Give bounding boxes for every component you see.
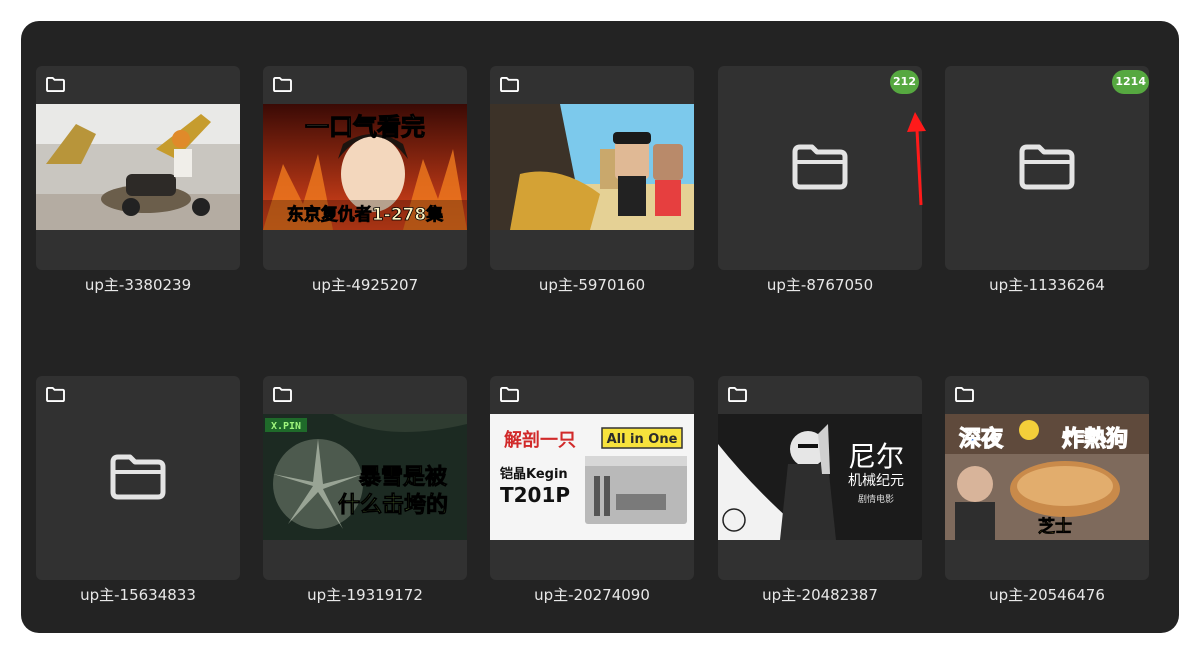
item-count-badge: 1214: [1112, 70, 1149, 94]
folder-card[interactable]: 一口气看完 东京复仇者1-278集 up主-4925207: [263, 66, 467, 295]
folder-label: up主-19319172: [307, 586, 423, 604]
folder-card[interactable]: up主-3380239: [36, 66, 240, 295]
folder-tile[interactable]: 解剖一只 All in One 铠晶Kegin T201P: [490, 376, 694, 580]
folder-tile[interactable]: 深夜 炸熱狗 芝士: [945, 376, 1149, 580]
thumbnail-title: 一口气看完: [305, 113, 425, 141]
folder-grid-window: up主-3380239 一口气看完 东京复仇者1-278集 up主-492520…: [21, 21, 1179, 633]
video-thumbnail: 深夜 炸熱狗 芝士: [945, 414, 1149, 540]
folder-icon: [500, 386, 519, 403]
video-thumbnail: [36, 104, 240, 230]
video-thumbnail: 尼尔 机械纪元 剧情电影: [718, 414, 922, 540]
folder-label: up主-20274090: [534, 586, 650, 604]
folder-icon: [46, 386, 65, 403]
folder-tile[interactable]: [36, 66, 240, 270]
video-thumbnail: 一口气看完 东京复仇者1-278集: [263, 104, 467, 230]
video-thumbnail: [490, 104, 694, 230]
folder-tile[interactable]: 1214: [945, 66, 1149, 270]
folder-tile[interactable]: 212: [718, 66, 922, 270]
folder-icon: [728, 386, 747, 403]
folder-card[interactable]: up主-15634833: [36, 376, 240, 605]
folder-label: up主-8767050: [766, 276, 874, 294]
thumbnail-model: T201P: [500, 483, 570, 507]
folder-card[interactable]: up主-5970160: [490, 66, 694, 295]
thumbnail-caption: 芝士: [1038, 516, 1072, 537]
folder-icon: [792, 144, 848, 190]
folder-icon: [46, 76, 65, 93]
folder-card[interactable]: 1214 up主-11336264: [945, 66, 1149, 295]
folder-card[interactable]: 深夜 炸熱狗 芝士 up主-20546476: [945, 376, 1149, 605]
folder-card[interactable]: 解剖一只 All in One 铠晶Kegin T201P up主-202740…: [490, 376, 694, 605]
thumbnail-subtitle: 什么击垮的: [338, 492, 448, 518]
folder-icon: [500, 76, 519, 93]
folder-label: up主-4925207: [311, 276, 419, 294]
folder-tile[interactable]: X.PIN 暴雪是被 什么击垮的: [263, 376, 467, 580]
thumbnail-title: 深夜: [959, 426, 1004, 452]
folder-icon: [273, 386, 292, 403]
thumbnail-title: 解剖一只: [504, 429, 576, 451]
folder-icon: [273, 76, 292, 93]
thumbnail-tag: All in One: [607, 432, 678, 447]
folder-card[interactable]: 尼尔 机械纪元 剧情电影 up主-20482387: [718, 376, 922, 605]
folder-tile[interactable]: 一口气看完 东京复仇者1-278集: [263, 66, 467, 270]
thumbnail-title: 暴雪是被: [358, 465, 448, 490]
folder-icon: [110, 454, 166, 500]
folder-card[interactable]: X.PIN 暴雪是被 什么击垮的 up主-19319172: [263, 376, 467, 605]
thumbnail-subtitle: 炸熱狗: [1062, 426, 1128, 452]
folder-label: up主-11336264: [989, 276, 1105, 294]
folder-tile[interactable]: [490, 66, 694, 270]
video-thumbnail: X.PIN 暴雪是被 什么击垮的: [263, 414, 467, 540]
folder-tile[interactable]: 尼尔 机械纪元 剧情电影: [718, 376, 922, 580]
folder-label: up主-20482387: [762, 586, 878, 604]
folder-icon: [955, 386, 974, 403]
folder-label: up主-5970160: [538, 276, 646, 294]
item-count-badge: 212: [890, 70, 919, 94]
thumbnail-tag: X.PIN: [271, 421, 301, 432]
thumbnail-caption: 剧情电影: [858, 493, 894, 505]
thumbnail-title: 尼尔: [848, 440, 904, 473]
thumbnail-brand: 铠晶Kegin: [500, 466, 568, 482]
thumbnail-subtitle: 机械纪元: [848, 473, 904, 489]
video-thumbnail: 解剖一只 All in One 铠晶Kegin T201P: [490, 414, 694, 540]
folder-label: up主-3380239: [84, 276, 192, 294]
folder-tile[interactable]: [36, 376, 240, 580]
folder-label: up主-20546476: [989, 586, 1105, 604]
folder-icon: [1019, 144, 1075, 190]
folder-card[interactable]: 212 up主-8767050: [718, 66, 922, 295]
thumbnail-subtitle: 东京复仇者1-278集: [287, 204, 444, 225]
folder-label: up主-15634833: [80, 586, 196, 604]
